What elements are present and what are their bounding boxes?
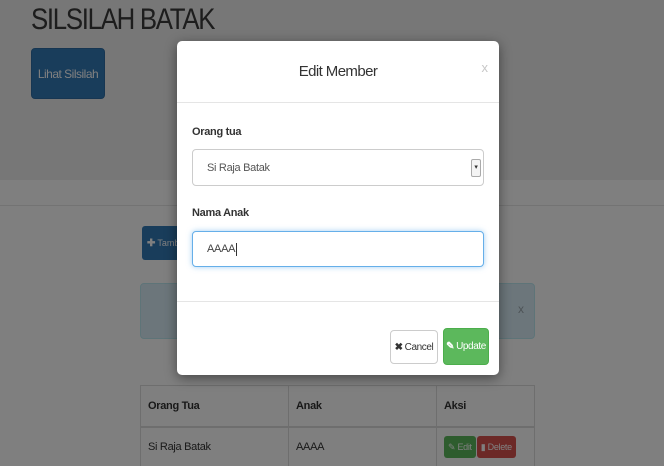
edit-member-modal: Edit Member x Orang tua Si Raja Batak ▾ …	[177, 41, 499, 375]
edit-icon: ✎	[446, 341, 455, 352]
cancel-button[interactable]: ✖ Cancel	[390, 330, 438, 364]
cancel-label: Cancel	[404, 341, 434, 353]
text-cursor	[236, 242, 238, 256]
modal-title: Edit Member	[298, 63, 378, 80]
update-button[interactable]: ✎ Update	[443, 328, 489, 365]
nama-anak-value: AAAA	[207, 243, 236, 255]
modal-close-button[interactable]: x	[482, 60, 489, 75]
orang-tua-select[interactable]: Si Raja Batak ▾	[192, 149, 484, 186]
orang-tua-label: Orang tua	[192, 126, 242, 138]
orang-tua-selected-value: Si Raja Batak	[207, 161, 270, 174]
nama-anak-label: Nama Anak	[192, 207, 249, 219]
modal-header: Edit Member x	[177, 41, 499, 103]
modal-footer: ✖ Cancel ✎ Update	[177, 301, 499, 375]
nama-anak-input[interactable]: AAAA	[192, 231, 484, 267]
chevron-down-icon: ▾	[471, 159, 481, 177]
update-label: Update	[456, 341, 486, 352]
times-icon: ✖	[394, 341, 403, 353]
